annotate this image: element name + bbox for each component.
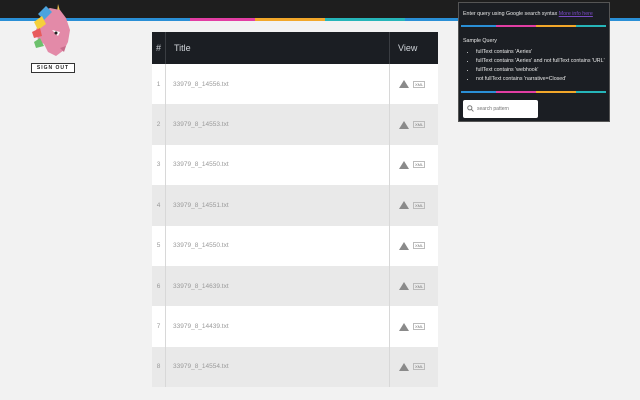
column-header-view: View xyxy=(389,32,438,64)
row-view-actions: XML xyxy=(390,145,439,185)
row-number: 6 xyxy=(152,265,166,307)
sign-out-button[interactable]: SIGN OUT xyxy=(31,63,75,73)
xml-icon[interactable]: XML xyxy=(413,121,426,129)
drive-icon[interactable] xyxy=(399,362,409,371)
row-view-actions: XML xyxy=(390,306,439,346)
xml-icon[interactable]: XML xyxy=(413,80,426,88)
row-number: 2 xyxy=(152,104,166,145)
drive-icon[interactable] xyxy=(399,282,409,291)
row-number: 4 xyxy=(152,185,166,226)
row-title: 33979_8_14553.txt xyxy=(165,104,390,145)
row-view-actions: XML xyxy=(390,266,439,306)
row-view-actions: XML xyxy=(390,64,439,104)
sample-query-list: fullText contains 'Aeries' fullText cont… xyxy=(463,49,605,85)
drive-icon[interactable] xyxy=(399,241,409,250)
row-number: 8 xyxy=(152,346,166,388)
row-number: 1 xyxy=(152,64,166,105)
xml-icon[interactable]: XML xyxy=(413,323,426,331)
drive-icon[interactable] xyxy=(399,322,409,331)
row-title: 33979_8_14639.txt xyxy=(165,265,390,307)
xml-icon[interactable]: XML xyxy=(413,363,426,371)
unicorn-logo-icon xyxy=(30,2,80,58)
table-row: 4 33979_8_14551.txt XML xyxy=(152,185,439,226)
xml-icon[interactable]: XML xyxy=(413,201,426,209)
row-view-actions: XML xyxy=(390,185,439,225)
row-title: 33979_8_14551.txt xyxy=(165,185,390,226)
row-view-actions: XML xyxy=(390,104,439,144)
row-title: 33979_8_14550.txt xyxy=(165,144,390,186)
sample-query-title: Sample Query xyxy=(463,38,497,44)
row-view-actions: XML xyxy=(390,226,439,266)
column-header-title: Title xyxy=(165,32,390,64)
table-row: 2 33979_8_14553.txt XML xyxy=(152,104,439,145)
search-icon xyxy=(467,105,474,112)
search-input[interactable] xyxy=(477,102,535,115)
popup-rainbow-divider xyxy=(461,91,606,93)
table-row: 8 33979_8_14554.txt XML xyxy=(152,346,439,388)
xml-icon[interactable]: XML xyxy=(413,242,426,250)
drive-icon[interactable] xyxy=(399,160,409,169)
row-title: 33979_8_14550.txt xyxy=(165,225,390,266)
sample-query-item: fullText contains 'Aeries' and not fullT… xyxy=(476,58,605,64)
more-info-link[interactable]: More info here xyxy=(559,11,593,17)
row-view-actions: XML xyxy=(390,347,439,387)
xml-icon[interactable]: XML xyxy=(413,161,426,169)
table-row: 7 33979_8_14439.txt XML xyxy=(152,306,439,347)
xml-icon[interactable]: XML xyxy=(413,282,426,290)
table-row: 6 33979_8_14639.txt XML xyxy=(152,265,439,307)
table-header-row: # Title View xyxy=(152,32,438,64)
popup-rainbow-divider xyxy=(461,25,606,27)
table-row: 5 33979_8_14550.txt XML xyxy=(152,225,439,266)
drive-icon[interactable] xyxy=(399,201,409,210)
row-title: 33979_8_14439.txt xyxy=(165,306,390,347)
table-row: 3 33979_8_14550.txt XML xyxy=(152,144,439,186)
popup-intro-text: Enter query using Google search syntax xyxy=(463,11,558,17)
table-row: 1 33979_8_14556.txt XML xyxy=(152,64,439,105)
files-table: # Title View 1 33979_8_14556.txt XML 2 3… xyxy=(152,32,439,388)
sample-query-item: fullText contains 'webhook' xyxy=(476,67,605,73)
row-title: 33979_8_14554.txt xyxy=(165,346,390,388)
search-help-popup: Enter query using Google search syntax M… xyxy=(458,2,610,122)
drive-icon[interactable] xyxy=(399,80,409,89)
sample-query-item: not fullText contains 'narrative=Closed' xyxy=(476,76,605,82)
search-box xyxy=(463,100,538,118)
row-number: 3 xyxy=(152,144,166,186)
drive-icon[interactable] xyxy=(399,120,409,129)
row-number: 5 xyxy=(152,225,166,266)
column-header-number: # xyxy=(152,32,166,64)
popup-intro: Enter query using Google search syntax M… xyxy=(463,11,593,17)
row-number: 7 xyxy=(152,306,166,347)
row-title: 33979_8_14556.txt xyxy=(165,64,390,105)
sample-query-item: fullText contains 'Aeries' xyxy=(476,49,605,55)
